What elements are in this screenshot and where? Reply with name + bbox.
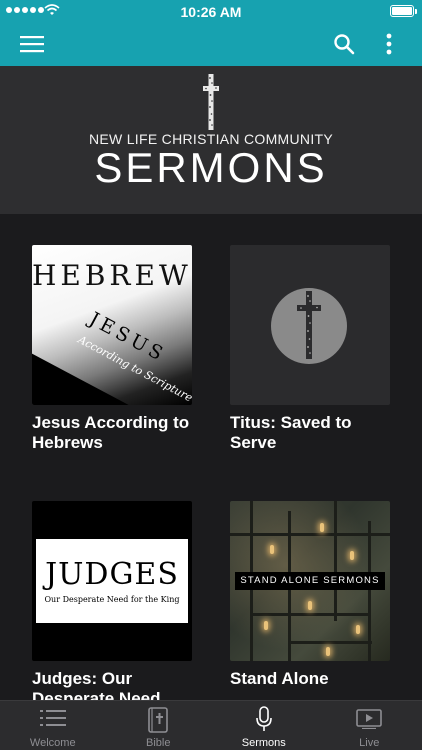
series-card-judges[interactable]: JUDGES Our Desperate Need for the King J… xyxy=(32,501,192,700)
tab-live[interactable]: Live xyxy=(317,701,422,750)
artwork-subtitle: Our Desperate Need for the King xyxy=(44,595,180,604)
cross-icon xyxy=(297,291,321,359)
cross-logo-icon xyxy=(203,74,219,130)
bottom-tab-bar: Welcome Bible Sermons Live xyxy=(0,700,422,750)
tab-bible[interactable]: Bible xyxy=(106,701,212,750)
artwork-heading: HEBREWS xyxy=(32,259,192,292)
series-card-stand-alone[interactable]: STAND ALONE SERMONS Stand Alone xyxy=(230,501,390,689)
microphone-icon xyxy=(255,706,272,731)
status-bar: 10:26 AM xyxy=(0,0,422,22)
battery-icon xyxy=(390,5,417,17)
page-title: SERMONS xyxy=(94,144,328,191)
search-button[interactable] xyxy=(324,22,364,66)
artwork-label: STAND ALONE SERMONS xyxy=(235,572,385,590)
tab-label: Live xyxy=(359,737,380,749)
bible-icon xyxy=(148,707,169,733)
menu-button[interactable] xyxy=(10,22,54,66)
more-options-button[interactable] xyxy=(374,22,404,66)
list-icon xyxy=(39,710,66,726)
series-artwork: JUDGES Our Desperate Need for the King xyxy=(32,501,192,661)
search-icon xyxy=(334,34,355,55)
hamburger-menu-icon xyxy=(20,36,44,53)
series-title: Judges: Our Desperate Need xyxy=(32,669,161,700)
series-card-titus[interactable]: Titus: Saved to Serve xyxy=(230,245,390,453)
series-artwork xyxy=(230,245,390,405)
series-artwork: STAND ALONE SERMONS xyxy=(230,501,390,661)
sermons-banner: NEW LIFE CHRISTIAN COMMUNITY SERMONS xyxy=(0,66,422,214)
series-artwork: HEBREWS JESUS According to Scripture xyxy=(32,245,192,405)
more-vertical-icon xyxy=(386,33,392,55)
tab-welcome[interactable]: Welcome xyxy=(0,701,106,750)
play-icon xyxy=(356,709,383,729)
sermon-series-grid: HEBREWS JESUS According to Scripture Jes… xyxy=(0,214,422,700)
series-title: Stand Alone xyxy=(230,669,329,688)
series-card-hebrews[interactable]: HEBREWS JESUS According to Scripture Jes… xyxy=(32,245,192,453)
tab-label: Welcome xyxy=(29,737,76,749)
tab-label: Sermons xyxy=(241,737,286,749)
artwork-heading: JUDGES xyxy=(45,557,179,592)
top-toolbar xyxy=(0,22,422,66)
status-time: 10:26 AM xyxy=(180,4,242,20)
series-title: Jesus According to Hebrews xyxy=(32,413,190,452)
tab-label: Bible xyxy=(146,737,171,749)
tab-sermons[interactable]: Sermons xyxy=(211,701,317,750)
series-title: Titus: Saved to Serve xyxy=(230,413,352,452)
